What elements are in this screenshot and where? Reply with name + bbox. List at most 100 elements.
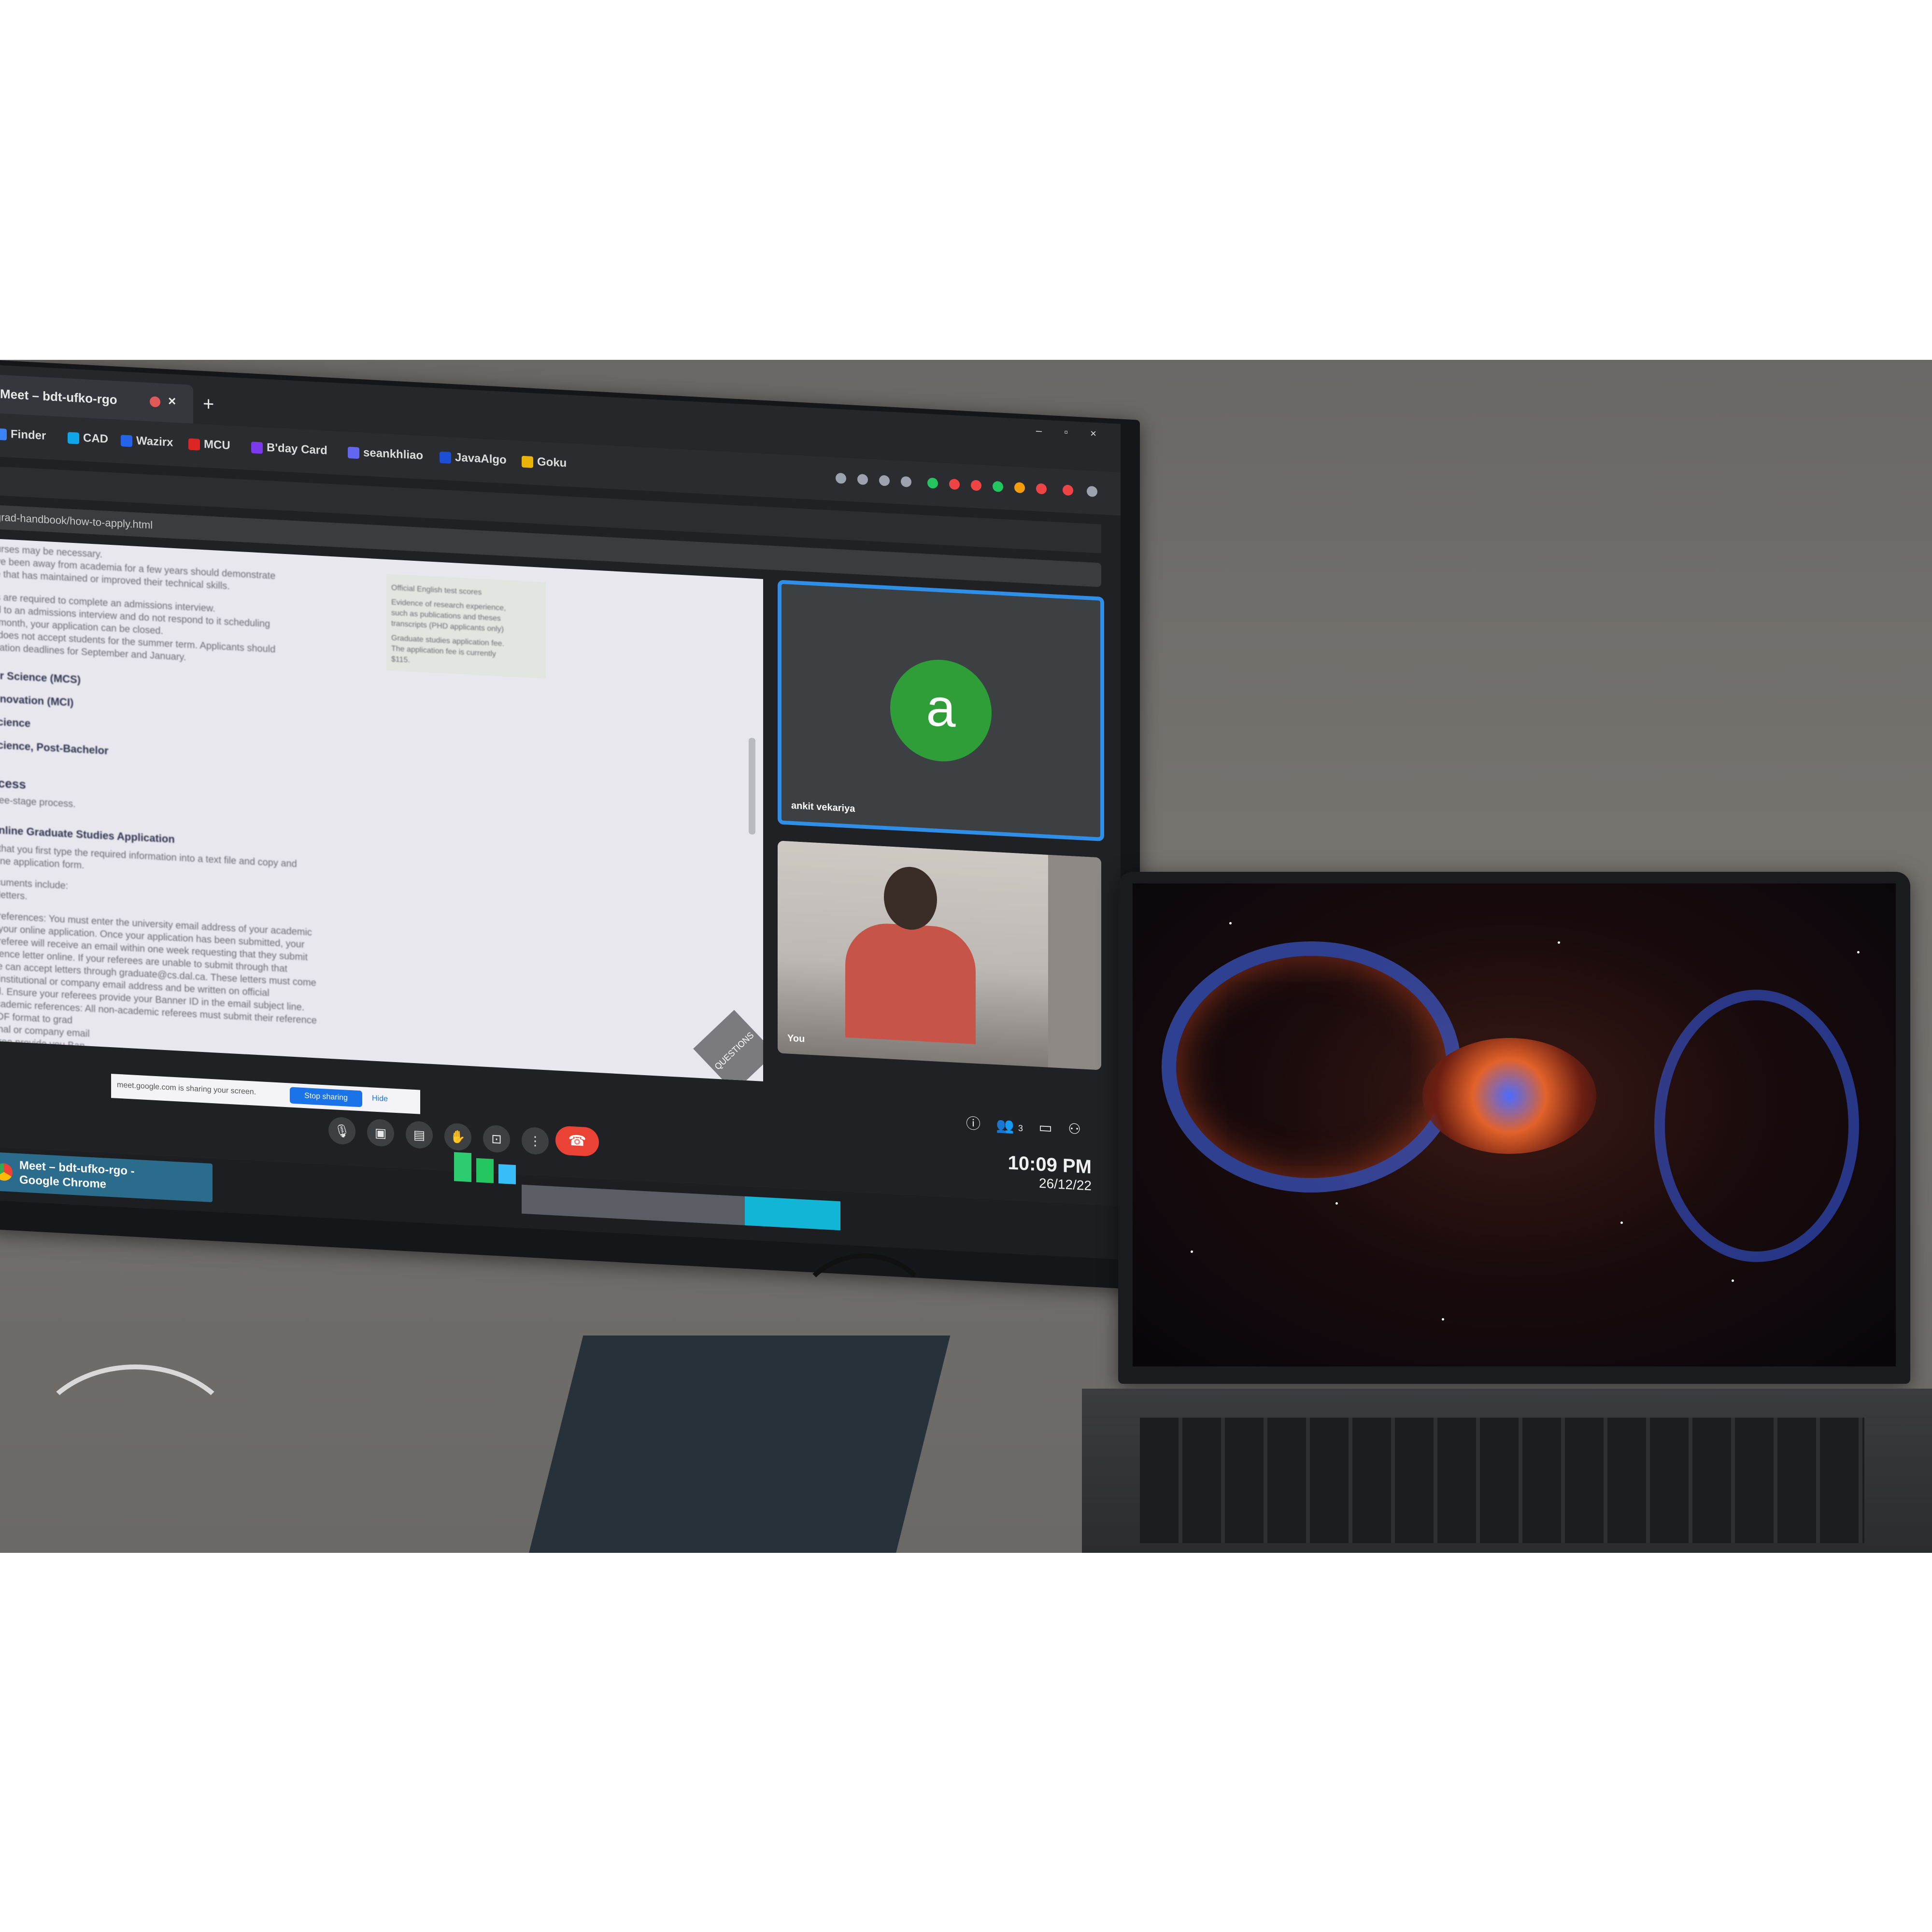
menu-icon[interactable] [1087,485,1097,497]
bookmark-goku[interactable]: Goku [522,455,567,470]
chrome-icon [0,1163,13,1181]
doc-heading: Science, Post-Bachelor [0,739,109,757]
cable [29,1364,242,1529]
network-bar [498,1164,516,1185]
taskbar-item-chrome[interactable]: Meet – bdt-ufko-rgo - Google Chrome [0,1152,213,1203]
window-controls[interactable]: – ▫ × [1036,424,1106,440]
stop-sharing-button[interactable]: Stop sharing [290,1087,362,1108]
activities-icon[interactable]: ⚇ [1068,1121,1081,1137]
taskbar-item-label: Meet – bdt-ufko-rgo - Google Chrome [19,1158,135,1193]
meet-side-controls: ⓘ 👥 3 ▭ ⚇ [966,1111,1081,1138]
star-icon[interactable] [901,476,911,487]
star [1191,1250,1193,1253]
info-icon[interactable]: ⓘ [966,1116,980,1133]
star [1620,1222,1623,1224]
participant-tile-ankit[interactable]: a ankit vekariya [778,580,1104,841]
chat-icon[interactable]: ▭ [1038,1120,1052,1136]
bookmark-icon [348,446,359,459]
bookmark-icon [251,441,263,454]
person-body [845,921,976,1044]
person-figure [845,864,976,1044]
doc-scrollbar[interactable] [749,738,755,835]
bookmark-wazirx[interactable]: Wazirx [121,433,173,450]
system-clock: 10:09 PM 26/12/22 [1008,1152,1092,1193]
participant-avatar: a [890,657,992,764]
doc-line: e letters. [0,889,28,902]
doc-heading: Science [0,715,31,730]
cpu-bar [454,1152,471,1182]
people-count: 3 [1018,1123,1023,1134]
mic-icon[interactable]: 🎙 [328,1116,355,1145]
star [1335,1202,1338,1205]
cable [792,1253,937,1389]
laptop-wallpaper-nebula [1133,883,1896,1366]
extension-icon[interactable] [857,474,868,485]
extension-icon[interactable] [836,472,846,484]
participant-name: ankit vekariya [791,800,855,814]
people-icon[interactable]: 👥 [996,1117,1014,1134]
doc-heading: ocess [0,775,26,792]
new-tab-button[interactable]: + [203,393,214,415]
bookmark-icon [121,434,132,447]
bookmark-cad[interactable]: CAD [68,430,108,446]
memory-bar [476,1158,494,1183]
doc-side-line: $115. [391,655,410,665]
self-camera-video [778,840,1101,1070]
more-options-icon[interactable]: ⋮ [522,1126,549,1155]
extension-icon[interactable] [1014,482,1025,494]
bookmark-icon [522,455,533,468]
meet-area: grad-handbook/how-to-apply.html ourses m… [0,456,1121,1260]
share-message: meet.google.com is sharing your screen. [117,1080,256,1096]
present-icon[interactable]: ⊡ [483,1124,510,1153]
bookmark-icon [68,432,79,444]
hang-up-button[interactable]: ☎ [555,1125,599,1157]
bookmark-icon [440,451,451,464]
doc-line: hree-stage process. [0,795,76,810]
extension-icon[interactable] [971,480,981,491]
laptop [1118,872,1910,1384]
person-head [884,865,937,931]
doc-sidebar: Official English test scores Evidence of… [386,573,546,679]
captions-icon[interactable]: ▤ [406,1121,433,1150]
extension-icons [836,467,1106,505]
recording-icon [150,396,160,408]
doc-heading: Innovation (MCI) [0,692,74,709]
keyboard-keys [1140,1418,1864,1543]
extension-icon[interactable] [949,479,960,490]
questions-tab[interactable]: QUESTIONS [693,1009,763,1081]
doc-heading: Online Graduate Studies Application [0,824,175,846]
camera-icon[interactable]: ▣ [367,1118,394,1147]
photo: Meet – bdt-ufko-rgo × + – ▫ × Finder CAD… [0,360,1932,1553]
laptop-keyboard [1082,1389,1932,1553]
bookmark-javaalgo[interactable]: JavaAlgo [440,450,507,467]
nebula-shell-left [1162,941,1461,1193]
star [1857,951,1860,953]
monitor-screen: Meet – bdt-ufko-rgo × + – ▫ × Finder CAD… [0,365,1121,1260]
share-icon[interactable] [879,475,890,486]
monitor: Meet – bdt-ufko-rgo × + – ▫ × Finder CAD… [0,360,1140,1290]
bookmark-seankhliao[interactable]: seankhliao [348,445,423,463]
doc-line: ocuments include: [0,877,69,892]
clock-time: 10:09 PM [1008,1152,1092,1178]
background-shelf [1048,854,1101,1070]
bookmark-mcu[interactable]: MCU [188,437,230,453]
participant-tile-self[interactable]: You [778,840,1101,1070]
screen-share-bar: meet.google.com is sharing your screen. … [111,1074,420,1114]
nebula-core [1422,1038,1596,1154]
extension-icon[interactable] [993,481,1003,492]
star [1558,941,1560,944]
shared-screen-document: ourses may be necessary. ave been away f… [0,539,763,1081]
bookmark-finder[interactable]: Finder [0,427,46,443]
taskbar-line2: Google Chrome [19,1173,107,1191]
bookmark-bday-card[interactable]: B'day Card [251,440,327,457]
tab-title: Meet – bdt-ufko-rgo [0,386,117,407]
extension-icon[interactable] [1036,483,1047,495]
tab-close-icon[interactable]: × [168,393,176,409]
extension-icon[interactable] [927,477,938,489]
profile-avatar-icon[interactable] [1063,484,1073,496]
hide-button[interactable]: Hide [372,1094,388,1104]
bookmark-icon [0,428,7,440]
raise-hand-icon[interactable]: ✋ [444,1122,471,1151]
doc-side-line: Official English test scores [391,583,482,597]
workspace-switcher[interactable] [522,1184,840,1231]
